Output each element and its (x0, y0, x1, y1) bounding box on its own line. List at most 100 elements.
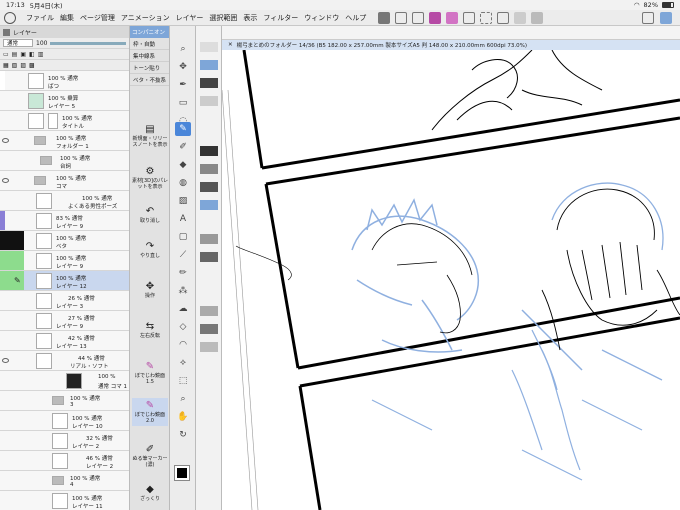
menu-help[interactable]: ヘルプ (345, 13, 366, 23)
operation-icon[interactable]: ⬚ (175, 374, 191, 388)
layer-row[interactable]: 100 % 通常 レイヤー 9 (0, 251, 129, 271)
layer-row[interactable]: 100 % 通常 フォルダー 1 (0, 131, 129, 151)
layer-row[interactable]: 100 % 通常 コマ 1 (0, 371, 129, 391)
trash-icon[interactable]: ▥ (38, 51, 44, 58)
menu-filter[interactable]: フィルター (263, 13, 298, 23)
fill-button[interactable]: ベタ・不抜系 (130, 74, 169, 86)
menu-animation[interactable]: アニメーション (121, 13, 170, 23)
fill-icon[interactable] (378, 11, 391, 24)
menu-file[interactable]: ファイル (26, 13, 54, 23)
frame-icon[interactable]: ▢ (175, 230, 191, 244)
sub-tool-item[interactable] (200, 342, 218, 352)
correction-icon[interactable]: ⟡ (175, 356, 191, 370)
eye-icon[interactable] (2, 358, 9, 363)
eraser-icon[interactable] (463, 11, 476, 24)
folder-icon[interactable]: ▤ (12, 51, 18, 58)
menu-window[interactable]: ウィンドウ (304, 13, 339, 23)
brush-preset-20[interactable]: ✎ ぼでじわ鏡面2.0 (132, 398, 168, 426)
close-icon[interactable]: ✕ (228, 42, 233, 48)
zoom-icon[interactable]: ⌕ (175, 42, 191, 56)
airbrush-icon[interactable]: ⁂ (175, 284, 191, 298)
new-layer-icon[interactable]: ▭ (3, 51, 9, 58)
search-icon[interactable]: ⌕ (175, 392, 191, 406)
rotate-icon[interactable]: ↻ (175, 428, 191, 442)
select-icon[interactable]: ▭ (175, 96, 191, 110)
opacity-value[interactable]: 100 (36, 40, 47, 47)
text-icon[interactable]: A (175, 212, 191, 226)
undo-command[interactable]: ↶ 取り消し (132, 206, 168, 224)
gradient-icon[interactable]: ▨ (175, 194, 191, 208)
hand-icon[interactable]: ✋ (175, 410, 191, 424)
layer-row-selected[interactable]: ✎ 100 % 通常 レイヤー 12 (0, 271, 129, 291)
copy-icon[interactable]: ▧ (12, 62, 18, 69)
layers-icon[interactable] (660, 11, 672, 24)
sub-tool-item[interactable] (200, 42, 218, 52)
layer-row[interactable]: 27 % 通常 レイヤー 9 (0, 311, 129, 331)
sub-tool-item[interactable] (200, 200, 218, 210)
sub-tool-item[interactable] (200, 324, 218, 334)
brush-icon[interactable]: ✐ (175, 140, 191, 154)
3d-material-command[interactable]: ⚙ 素材[3D]のパレットを表示 (132, 166, 168, 190)
move-icon[interactable]: ✥ (175, 60, 191, 74)
palette-icon[interactable] (531, 11, 544, 24)
menu-selection[interactable]: 選択範囲 (209, 13, 237, 23)
pencil-icon[interactable]: ✏ (175, 266, 191, 280)
menu-layer[interactable]: レイヤー (176, 13, 204, 23)
layer-row[interactable]: 100 % 通常 台詞 (0, 151, 129, 171)
layer-row[interactable]: 100 % 乗算 レイヤー 5 (0, 91, 129, 111)
layer-row[interactable]: 42 % 通常 レイヤー 13 (0, 331, 129, 351)
canvas[interactable]: ✕ 楊弓まとめのフォルダー 14/36 (B5 182.00 x 257.00m… (222, 40, 680, 510)
brush-icon[interactable] (429, 11, 442, 24)
layer-row[interactable]: 100 % 通常 4 (0, 471, 129, 491)
brush-preset-15[interactable]: ✎ ぼでじわ鏡面1.5 (132, 361, 168, 385)
ref-icon[interactable]: ▨ (20, 62, 26, 69)
sub-tool-item[interactable] (200, 182, 218, 192)
pen-icon[interactable]: ✎ (175, 122, 191, 136)
fill-icon[interactable]: ◍ (175, 176, 191, 190)
layer-tab-label[interactable]: レイヤー (13, 28, 37, 37)
settings-icon[interactable] (642, 11, 654, 24)
sub-tool-item[interactable] (200, 146, 218, 156)
layer-row[interactable]: 46 % 通常 レイヤー 2 (0, 451, 129, 471)
layer-row[interactable]: 100 % 通常 3 (0, 391, 129, 411)
sub-tool-item[interactable] (200, 78, 218, 88)
release-notes-command[interactable]: ▤ 新規面・リリースノートを表示 (132, 124, 168, 148)
ruler-icon[interactable] (395, 11, 408, 24)
speed-lines-button[interactable]: 集中線系 (130, 50, 169, 62)
menu-edit[interactable]: 編集 (60, 13, 74, 23)
lasso-icon[interactable] (497, 11, 510, 24)
layer-row[interactable]: 100 % 通常 よくある男性ポーズ (0, 191, 129, 211)
layer-row[interactable]: 100 % 通常 レイヤー 11 (0, 491, 129, 510)
operation-command[interactable]: ✥ 操作 (132, 281, 168, 299)
blend-mode-select[interactable]: 通常 (3, 39, 33, 47)
flip-command[interactable]: ⇆ 左右反転 (132, 321, 168, 339)
companion-tab[interactable]: コンパニオン (130, 26, 169, 38)
ruler-icon[interactable]: ⟋ (175, 248, 191, 262)
merge-icon[interactable]: ▦ (3, 62, 9, 69)
undo-icon[interactable] (412, 11, 425, 24)
lock-icon[interactable]: ▣ (20, 51, 26, 58)
color-swatch-icon[interactable] (174, 465, 190, 481)
mask-icon[interactable]: ◧ (29, 51, 35, 58)
marker-command[interactable]: ✐ ぬる筆マーカー(濃) (132, 444, 168, 468)
menu-view[interactable]: 表示 (243, 13, 257, 23)
sub-tool-item[interactable] (200, 306, 218, 316)
eyedropper-icon[interactable]: ✒ (175, 78, 191, 92)
layer-row[interactable]: 100 % 通常 ばつ (0, 71, 129, 91)
balloon-icon[interactable]: ◠ (175, 338, 191, 352)
layer-row[interactable]: 32 % 通常 レイヤー 2 (0, 431, 129, 451)
layer-row[interactable]: 100 % 通常 レイヤー 10 (0, 411, 129, 431)
layer-row[interactable]: 100 % 通常 コマ (0, 171, 129, 191)
blend-icon[interactable]: ☁ (175, 302, 191, 316)
auto-frame-button[interactable]: 枠・自動 (130, 38, 169, 50)
eye-icon[interactable] (2, 138, 9, 143)
eraser-command[interactable]: ◆ ざっくり (132, 484, 168, 502)
layer-row[interactable]: 26 % 通常 レイヤー 3 (0, 291, 129, 311)
eraser-icon[interactable]: ◆ (175, 158, 191, 172)
redo-command[interactable]: ↷ やり直し (132, 241, 168, 259)
sub-tool-item[interactable] (200, 96, 218, 106)
layer-row[interactable]: 100 % 通常 タイトル (0, 111, 129, 131)
opacity-slider[interactable] (50, 41, 126, 45)
grid-icon[interactable] (514, 11, 527, 24)
draft-icon[interactable]: ▩ (29, 62, 35, 69)
